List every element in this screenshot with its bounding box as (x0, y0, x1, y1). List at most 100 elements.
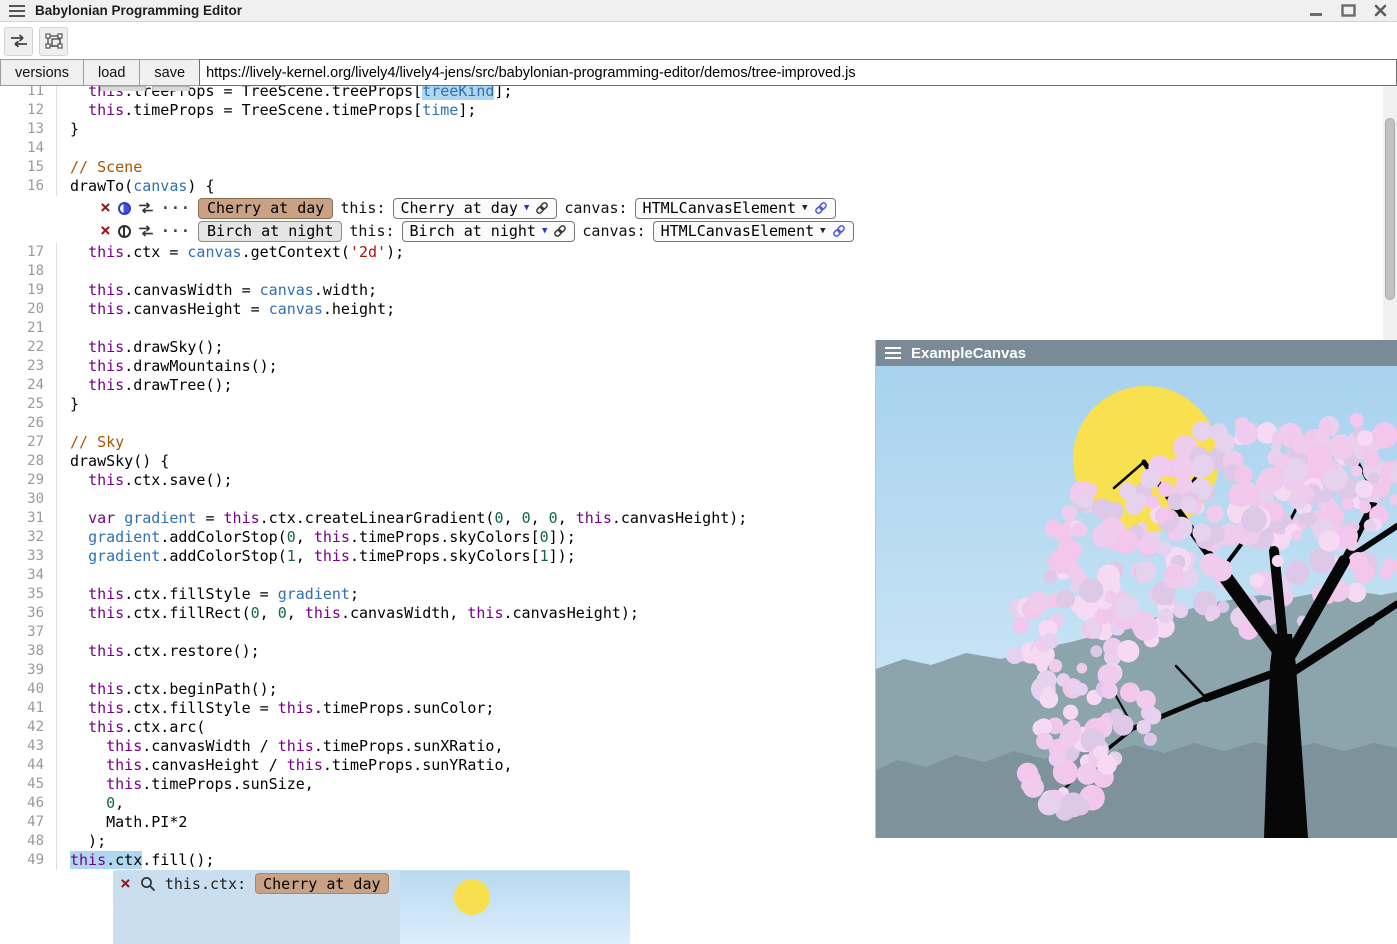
remove-example-icon[interactable]: × (100, 223, 111, 239)
code-text: this.timeProps = TreeScene.timeProps[tim… (56, 101, 1383, 120)
line-number: 49 (0, 851, 44, 870)
save-button[interactable]: save (139, 59, 199, 86)
link-icon[interactable] (553, 224, 567, 238)
line-number: 24 (0, 376, 44, 395)
code-text: // Scene (56, 158, 1383, 177)
code-text: this.treeProps = TreeScene.treeProps[tre… (56, 86, 1383, 101)
swap-arrows-button[interactable] (4, 27, 33, 56)
code-line[interactable]: 16 drawTo(canvas) { (0, 177, 1383, 196)
line-number: 35 (0, 585, 44, 604)
link-icon[interactable] (814, 201, 828, 215)
chevron-down-icon: ▼ (524, 204, 529, 213)
file-bar: versions load save (0, 59, 1397, 86)
line-number: 13 (0, 120, 44, 139)
canvas-slot-label: canvas: (564, 199, 627, 217)
clipped-widget-remnant (152, 86, 190, 91)
line-number: 25 (0, 395, 44, 414)
url-input[interactable] (199, 59, 1397, 86)
code-text: drawTo(canvas) { (56, 177, 1383, 196)
this-value-dropdown[interactable]: Cherry at day ▼ (393, 198, 558, 219)
probe-sun (454, 879, 490, 915)
code-line[interactable]: 14 (0, 139, 1383, 158)
code-line[interactable]: 15// Scene (0, 158, 1383, 177)
line-number: 27 (0, 433, 44, 452)
code-line[interactable]: 11 this.treeProps = TreeScene.treeProps[… (0, 86, 1383, 101)
scrollbar-thumb[interactable] (1385, 118, 1395, 300)
remove-probe-icon[interactable]: × (120, 876, 131, 892)
code-line[interactable]: 20 this.canvasHeight = canvas.height; (0, 300, 1383, 319)
line-number: 23 (0, 357, 44, 376)
line-number: 45 (0, 775, 44, 794)
example-name-button[interactable]: Cherry at day (198, 198, 333, 219)
menu-icon[interactable] (885, 347, 901, 359)
line-number: 46 (0, 794, 44, 813)
code-text: } (56, 120, 1383, 139)
example-name-button[interactable]: Birch at night (198, 221, 342, 242)
line-number: 41 (0, 699, 44, 718)
line-number: 38 (0, 642, 44, 661)
example-canvas-titlebar[interactable]: ExampleCanvas (876, 340, 1397, 366)
code-line[interactable]: 19 this.canvasWidth = canvas.width; (0, 281, 1383, 300)
minimize-button[interactable] (1309, 5, 1323, 17)
line-number: 28 (0, 452, 44, 471)
this-slot-label: this: (340, 199, 385, 217)
this-value-text: Birch at night (410, 222, 536, 240)
line-number: 43 (0, 737, 44, 756)
code-line[interactable]: 49 this.ctx.fill(); (0, 851, 1383, 870)
line-number: 16 (0, 177, 44, 196)
more-options-icon[interactable]: ··· (161, 199, 191, 217)
versions-button[interactable]: versions (0, 59, 83, 86)
line-number: 42 (0, 718, 44, 737)
menu-icon[interactable] (9, 5, 25, 17)
canvas-value-dropdown[interactable]: HTMLCanvasElement ▼ (653, 221, 854, 242)
probe-value-badge[interactable]: Cherry at day (255, 873, 388, 894)
example-canvas-title: ExampleCanvas (911, 345, 1026, 362)
line-number: 22 (0, 338, 44, 357)
more-options-icon[interactable]: ··· (161, 222, 191, 240)
load-button[interactable]: load (83, 59, 139, 86)
close-button[interactable] (1374, 4, 1387, 17)
line-number: 17 (0, 243, 44, 262)
canvas-value-dropdown[interactable]: HTMLCanvasElement ▼ (635, 198, 836, 219)
line-number: 47 (0, 813, 44, 832)
line-number: 44 (0, 756, 44, 775)
this-slot-label: this: (349, 222, 394, 240)
chevron-down-icon: ▼ (802, 204, 807, 213)
code-text: this.ctx = canvas.getContext('2d'); (56, 243, 1383, 262)
probe-expression: this.ctx: (165, 875, 246, 893)
window-titlebar: Babylonian Programming Editor (0, 0, 1397, 22)
code-text: this.ctx.fill(); (56, 851, 1383, 870)
code-line[interactable]: 18 (0, 262, 1383, 281)
swap-arrows-icon[interactable] (138, 202, 154, 214)
example-row-birch-at-night: × ··· Birch at night this: Birch at nigh… (100, 220, 1383, 242)
code-line[interactable]: 13} (0, 120, 1383, 139)
select-transform-button[interactable] (39, 27, 68, 56)
link-icon[interactable] (832, 224, 846, 238)
code-line[interactable]: 21 (0, 319, 1383, 338)
canvas-value-text: HTMLCanvasElement (661, 222, 815, 240)
code-text: this.canvasWidth = canvas.width; (56, 281, 1383, 300)
this-value-dropdown[interactable]: Birch at night ▼ (402, 221, 576, 242)
swap-arrows-icon[interactable] (138, 225, 154, 237)
code-text (56, 139, 1383, 158)
line-number: 26 (0, 414, 44, 433)
line-number: 48 (0, 832, 44, 851)
line-number: 37 (0, 623, 44, 642)
swap-arrows-icon (10, 34, 28, 48)
example-canvas-window: ExampleCanvas (876, 340, 1397, 838)
line-number: 14 (0, 139, 44, 158)
line-number: 32 (0, 528, 44, 547)
line-number: 20 (0, 300, 44, 319)
example-toggle-icon[interactable] (118, 225, 131, 238)
example-toggle-icon[interactable] (118, 202, 131, 215)
line-number: 34 (0, 566, 44, 585)
probe-canvas-preview (400, 871, 630, 944)
code-line[interactable]: 12 this.timeProps = TreeScene.timeProps[… (0, 101, 1383, 120)
remove-example-icon[interactable]: × (100, 200, 111, 216)
line-number: 30 (0, 490, 44, 509)
code-line[interactable]: 17 this.ctx = canvas.getContext('2d'); (0, 243, 1383, 262)
magnifier-icon[interactable] (140, 876, 156, 892)
link-icon[interactable] (535, 201, 549, 215)
line-number: 21 (0, 319, 44, 338)
maximize-button[interactable] (1341, 4, 1356, 17)
